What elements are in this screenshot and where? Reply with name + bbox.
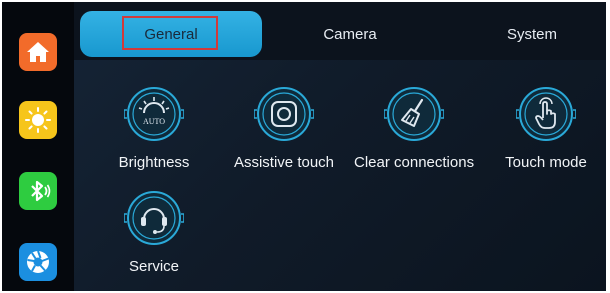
broom-icon	[384, 87, 444, 141]
tab-system[interactable]: System	[472, 11, 592, 57]
brightness-auto-icon: AUTO	[124, 87, 184, 141]
sidebar-item-bluetooth[interactable]	[19, 172, 57, 210]
clear-connections-setting[interactable]: Clear connections	[354, 84, 474, 171]
sun-icon	[25, 107, 51, 133]
assistive-touch-setting[interactable]: Assistive touch	[224, 84, 344, 171]
tab-camera-label: Camera	[323, 25, 377, 43]
brightness-setting[interactable]: AUTO Brightness	[94, 84, 214, 171]
touch-hand-icon	[516, 87, 576, 141]
bluetooth-icon	[31, 180, 51, 202]
assistive-touch-label: Assistive touch	[233, 154, 335, 171]
brightness-label: Brightness	[118, 154, 190, 171]
settings-panel: General Camera System AUTO Brightness As…	[74, 2, 606, 291]
tab-bar: General Camera System	[74, 2, 606, 60]
sidebar-item-home[interactable]	[19, 33, 57, 71]
headset-icon	[124, 191, 184, 245]
assistive-touch-icon	[254, 87, 314, 141]
service-setting[interactable]: Service	[94, 188, 214, 275]
tab-camera[interactable]: Camera	[290, 11, 410, 57]
svg-text:AUTO: AUTO	[143, 117, 165, 126]
sidebar-item-brightness[interactable]	[19, 101, 57, 139]
aperture-icon	[27, 250, 49, 273]
sidebar-item-camera[interactable]	[19, 243, 57, 281]
tab-general-label: General	[144, 25, 198, 43]
tab-general[interactable]: General	[80, 11, 262, 57]
tab-system-label: System	[506, 25, 557, 43]
clear-connections-label: Clear connections	[354, 154, 475, 171]
touch-mode-label: Touch mode	[505, 154, 587, 171]
screen: General Camera System AUTO Brightness As…	[2, 2, 606, 291]
sidebar	[2, 2, 74, 291]
touch-mode-setting[interactable]: Touch mode	[486, 84, 606, 171]
home-icon	[27, 42, 49, 62]
service-label: Service	[128, 258, 180, 275]
